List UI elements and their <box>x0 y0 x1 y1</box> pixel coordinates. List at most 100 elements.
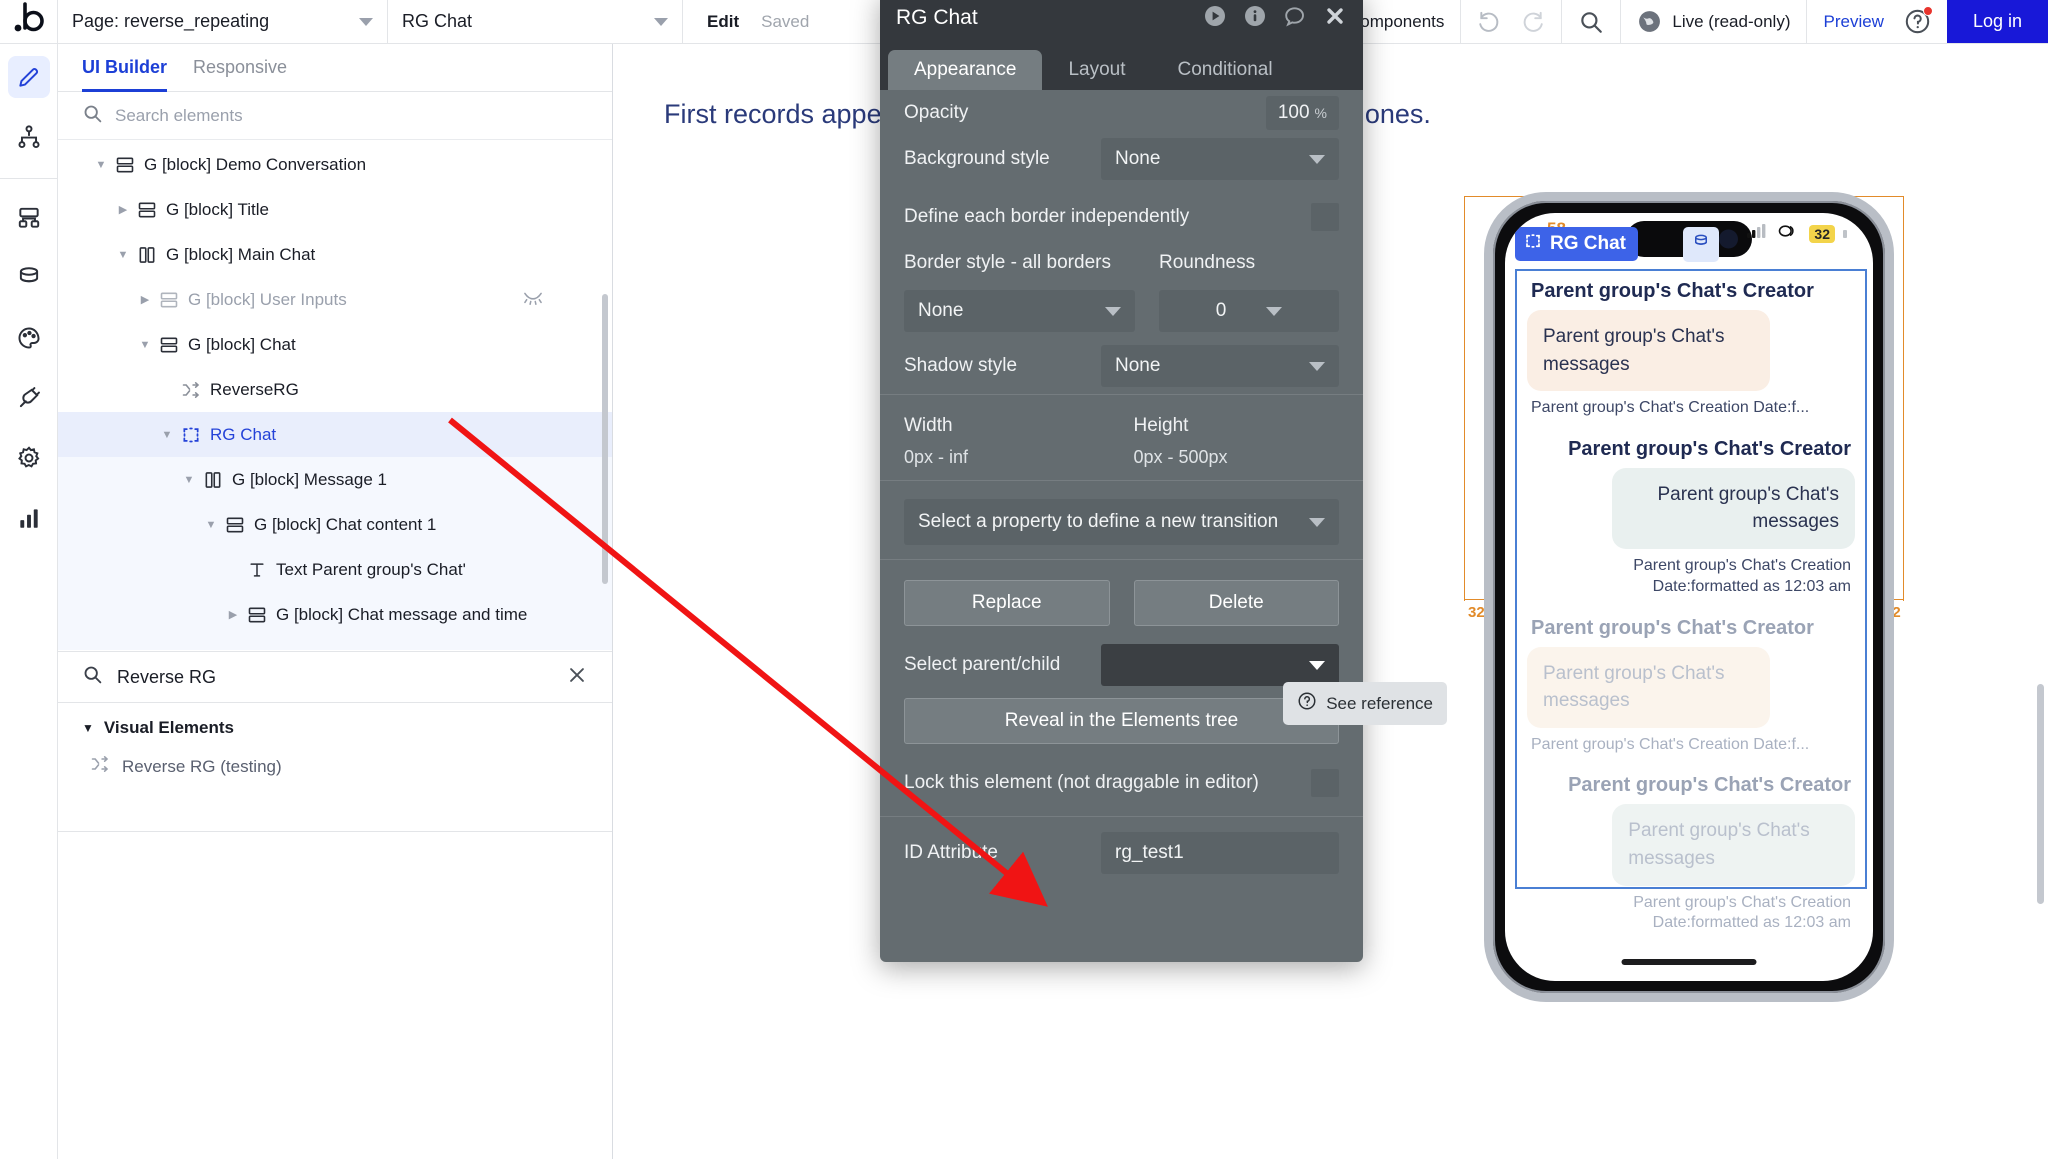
repeating-group-icon <box>1524 232 1542 256</box>
preview-section: Preview <box>1806 0 1946 43</box>
gear-icon <box>17 446 39 468</box>
search-icon[interactable] <box>1578 9 1604 35</box>
tab-layout[interactable]: Layout <box>1042 50 1151 90</box>
chevron-down-icon[interactable]: ▼ <box>178 474 200 486</box>
message-item[interactable]: Parent group's Chat's Creator Parent grou… <box>1517 271 1865 429</box>
message-creator: Parent group's Chat's Creator <box>1568 774 1851 797</box>
play-icon[interactable] <box>1203 4 1227 33</box>
roundness-dropdown[interactable]: 0 <box>1159 290 1339 332</box>
border-style-value: None <box>918 300 964 321</box>
undo-icon[interactable] <box>1477 9 1503 35</box>
select-parent-dropdown[interactable] <box>1101 644 1339 686</box>
width-value: 0px - inf <box>904 447 969 467</box>
edit-mode-label[interactable]: Edit <box>707 12 739 32</box>
border-style-dropdown[interactable]: None <box>904 290 1135 332</box>
canvas-scrollbar[interactable] <box>2037 684 2044 904</box>
toolbar-right: Components Live (read-only) Preview Log … <box>1330 0 2048 43</box>
data-source-chip[interactable] <box>1683 227 1719 262</box>
tab-conditional[interactable]: Conditional <box>1152 50 1299 90</box>
rail-item-plugins-flow[interactable] <box>8 197 50 239</box>
see-reference-tooltip[interactable]: See reference <box>1283 682 1447 725</box>
message-item[interactable]: Parent group's Chat's Creator Parent grou… <box>1517 429 1865 608</box>
page-selector[interactable]: Page: reverse_repeating <box>58 0 388 43</box>
help-button[interactable] <box>1904 6 1933 35</box>
hidden-eye-icon[interactable] <box>522 288 544 311</box>
element-selector[interactable]: RG Chat <box>388 0 683 43</box>
message-item[interactable]: Parent group's Chat's Creator Parent grou… <box>1517 608 1865 766</box>
id-attribute-value: rg_test1 <box>1115 842 1184 863</box>
id-attribute-input[interactable]: rg_test1 <box>1101 832 1339 874</box>
tab-ui-builder[interactable]: UI Builder <box>82 44 168 92</box>
lock-element-checkbox[interactable] <box>1311 769 1339 797</box>
tab-appearance[interactable]: Appearance <box>888 50 1043 90</box>
tree-item[interactable]: ReverseRG <box>58 367 612 412</box>
delete-button[interactable]: Delete <box>1133 580 1339 626</box>
chevron-down-icon[interactable]: ▼ <box>200 519 222 531</box>
find-input-value[interactable]: Reverse RG <box>117 667 552 688</box>
tree-item[interactable]: ▼ RG Chat <box>58 412 612 457</box>
chevron-down-icon[interactable]: ▼ <box>134 339 156 351</box>
replace-button[interactable]: Replace <box>904 580 1110 626</box>
comment-icon[interactable] <box>1283 4 1307 33</box>
rail-item-settings[interactable] <box>8 437 50 479</box>
message-item[interactable]: Parent group's Chat's Creator Parent grou… <box>1517 765 1865 944</box>
close-icon[interactable] <box>566 664 588 691</box>
rail-item-design-editor[interactable] <box>7 56 50 98</box>
rail-item-plugins[interactable] <box>8 377 50 419</box>
tree-item[interactable]: ▼ G [block] Chat <box>58 322 612 367</box>
rail-item-workflow[interactable] <box>8 116 50 158</box>
chevron-right-icon[interactable]: ▶ <box>134 293 156 306</box>
node-icon <box>18 207 39 228</box>
redo-icon[interactable] <box>1519 9 1545 35</box>
chevron-down-icon: ▼ <box>82 721 94 735</box>
chevron-down-icon[interactable]: ▼ <box>90 159 112 171</box>
login-button[interactable]: Log in <box>1946 0 2048 43</box>
chevron-right-icon[interactable]: ▶ <box>112 203 134 216</box>
chevron-down-icon[interactable]: ▼ <box>156 429 178 441</box>
tree-item[interactable]: ▶G [block] Message 2 <box>58 637 612 650</box>
define-borders-checkbox[interactable] <box>1311 203 1339 231</box>
property-panel-tabs: Appearance Layout Conditional <box>880 44 1363 90</box>
shadow-style-dropdown[interactable]: None <box>1101 345 1339 387</box>
rail-item-data[interactable] <box>8 257 50 299</box>
chevron-right-icon[interactable]: ▶ <box>222 608 244 621</box>
chevron-down-icon[interactable]: ▼ <box>112 249 134 261</box>
block-rows-icon <box>156 335 182 355</box>
opacity-input[interactable]: 100 % <box>1265 96 1339 130</box>
search-input[interactable] <box>115 105 588 126</box>
preview-button[interactable]: Preview <box>1823 12 1883 32</box>
tree-item[interactable]: ▼ G [block] Main Chat <box>58 232 612 277</box>
tree-item-label: G [block] Message 1 <box>232 469 387 489</box>
tree-item[interactable]: ▼ G [block] Message 1 <box>58 457 612 502</box>
tree-item[interactable]: ▶ G [block] Title <box>58 187 612 232</box>
background-style-dropdown[interactable]: None <box>1101 138 1339 180</box>
tab-responsive[interactable]: Responsive <box>193 44 287 92</box>
search-button[interactable] <box>1561 0 1620 43</box>
results-group-header[interactable]: ▼ Visual Elements <box>82 718 588 738</box>
tree-item[interactable]: ▼ G [block] Chat content 1 <box>58 502 612 547</box>
block-rows-icon <box>156 290 182 310</box>
transition-dropdown[interactable]: Select a property to define a new transi… <box>904 499 1339 545</box>
guide-line-right <box>1903 196 1904 601</box>
rail-item-styles[interactable] <box>8 317 50 359</box>
tree-item[interactable]: ▶ G [block] User Inputs <box>58 277 612 322</box>
opacity-value: 100 <box>1277 102 1310 123</box>
rg-chat-selection-tag[interactable]: RG Chat <box>1515 227 1638 261</box>
reveal-in-tree-button[interactable]: Reveal in the Elements tree <box>904 698 1339 744</box>
page-selector-label: Page: reverse_repeating <box>72 11 270 31</box>
tree-item[interactable]: ▼ G [block] Demo Conversation <box>58 142 612 187</box>
repeating-group-frame[interactable]: Parent group's Chat's Creator Parent grou… <box>1515 269 1867 931</box>
tree-item[interactable]: ▶ G [block] Chat message and time <box>58 592 612 637</box>
element-search-bar[interactable] <box>58 92 612 140</box>
info-icon[interactable] <box>1243 4 1267 33</box>
list-item[interactable]: Reverse RG (testing) <box>82 738 588 779</box>
bubble-logo[interactable] <box>0 0 58 43</box>
section-divider <box>880 480 1363 481</box>
find-elements-bar[interactable]: Reverse RG <box>58 651 612 703</box>
version-selector[interactable]: Live (read-only) <box>1620 0 1806 43</box>
live-version-item[interactable]: Live (read-only) <box>1637 9 1790 34</box>
tree-scrollbar[interactable] <box>602 294 608 584</box>
rail-item-logs[interactable] <box>8 497 50 539</box>
close-icon[interactable] <box>1323 4 1347 33</box>
tree-item[interactable]: Text Parent group's Chat' <box>58 547 612 592</box>
